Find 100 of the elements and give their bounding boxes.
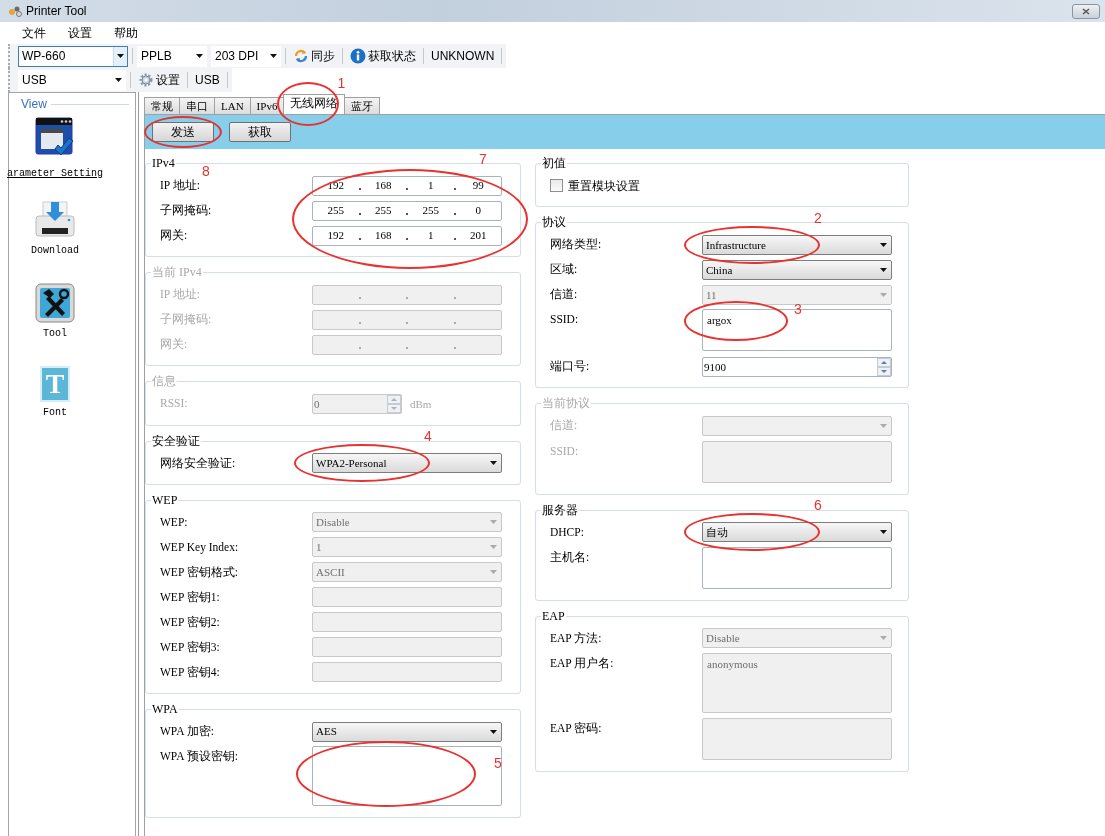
sync-icon	[293, 48, 309, 64]
sidebar-item[interactable]: Font	[43, 405, 67, 420]
field-label: IP 地址:	[160, 287, 201, 303]
settings-button[interactable]: 设置	[135, 69, 183, 91]
menu-item[interactable]: 帮助	[114, 24, 138, 42]
field-label: EAP 方法:	[550, 630, 603, 646]
sidebar-item[interactable]: Tool	[43, 326, 67, 341]
tab[interactable]: 串口	[179, 97, 215, 114]
group-title: 协议	[541, 216, 567, 230]
info-icon	[350, 48, 366, 64]
field-label: EAP 密码:	[550, 720, 603, 736]
caret-icon	[489, 545, 497, 550]
checkbox[interactable]	[550, 179, 563, 193]
field-label: RSSI:	[160, 396, 189, 412]
caret-icon	[270, 54, 277, 58]
field-label: WEP 密钥3:	[160, 639, 221, 655]
field-label: WPA 预设密钥:	[160, 749, 239, 765]
gear-icon	[138, 72, 154, 88]
group-title: 当前 IPv4	[151, 266, 203, 280]
dropdown[interactable]: PPLB	[137, 45, 207, 67]
group-title: 安全验证	[151, 434, 201, 448]
field-label: 主机名:	[550, 549, 591, 565]
group-title: 服务器	[541, 503, 579, 517]
app-logo-icon	[8, 5, 22, 17]
menu-item[interactable]: 设置	[68, 24, 92, 42]
annotation-number: 1	[337, 76, 346, 90]
tab[interactable]: 常规	[144, 97, 180, 114]
caret-icon	[879, 292, 887, 297]
group-title: 当前协议	[541, 397, 591, 411]
dropdown[interactable]: China	[702, 259, 892, 280]
field-label: WEP:	[160, 514, 189, 530]
spin-buttons-icon[interactable]	[877, 357, 891, 376]
action-button[interactable]: 获取	[229, 122, 291, 142]
caret-icon	[117, 54, 124, 58]
field-label: IP 地址:	[160, 178, 201, 194]
status-text: USB	[194, 72, 221, 89]
action-button[interactable]: 发送	[152, 122, 214, 142]
caret-icon	[196, 54, 203, 58]
dropdown[interactable]: 203 DPI	[211, 45, 281, 67]
annotation-number: 2	[814, 210, 822, 225]
field-label: WEP Key Index:	[160, 539, 240, 556]
status-text: UNKNOWN	[430, 48, 496, 65]
ip-address-field[interactable]: 192 168 1 201	[312, 225, 502, 246]
ip-address-field[interactable]: 192 168 1 99	[312, 175, 502, 196]
annotation-number: 5	[494, 756, 502, 771]
field-label: 子网掩码:	[160, 203, 213, 219]
dropdown[interactable]: WP-660	[18, 45, 128, 67]
sync-button[interactable]: 同步	[290, 45, 338, 67]
sidebar-item[interactable]: arameter Setting	[7, 166, 103, 181]
field-label: 网络类型:	[550, 237, 603, 253]
group-title: IPv4	[151, 157, 176, 171]
tab[interactable]: LAN	[214, 97, 251, 114]
field-label: WEP 密钥1:	[160, 589, 221, 605]
tab[interactable]: 蓝牙	[344, 97, 381, 114]
sidebar-title: View	[21, 96, 47, 113]
field-label: 信道:	[550, 418, 579, 434]
checkbox-label: 重置模块设置	[568, 177, 640, 195]
ip-address-field[interactable]: 255 255 255 0	[312, 200, 502, 221]
spin-field[interactable]: 9100	[702, 356, 892, 377]
close-button[interactable]	[1072, 3, 1100, 19]
dropdown[interactable]: Infrastructure	[702, 234, 892, 255]
printer-icon[interactable]	[35, 200, 75, 240]
unit-label: dBm	[410, 396, 432, 412]
dropdown[interactable]: USB	[18, 69, 126, 91]
field-label: 网关:	[160, 228, 189, 244]
field-label: WEP 密钥格式:	[160, 564, 239, 580]
dropdown[interactable]: 自动	[702, 522, 892, 543]
caret-icon	[489, 570, 497, 575]
field-label: SSID:	[550, 443, 580, 459]
caret-icon	[879, 424, 887, 429]
field-label: 网络安全验证:	[160, 455, 237, 471]
caret-icon	[489, 461, 497, 466]
text-area[interactable]	[702, 546, 892, 589]
field-label: 区域:	[550, 262, 579, 278]
group-title: 初值	[541, 157, 567, 171]
annotation-number: 6	[814, 498, 822, 513]
dropdown[interactable]: AES	[312, 721, 502, 742]
sidebar-item[interactable]: Download	[31, 243, 79, 258]
caret-icon	[879, 636, 887, 641]
annotation-number: 4	[424, 429, 432, 444]
caret-icon	[489, 729, 497, 734]
field-label: WEP 密钥4:	[160, 664, 221, 680]
field-label: WPA 加密:	[160, 724, 215, 739]
status-button[interactable]: 获取状态	[347, 45, 419, 67]
group-title: EAP	[541, 609, 566, 623]
caret-icon	[879, 242, 887, 247]
menu-item[interactable]: 文件	[22, 24, 46, 42]
field-label: SSID:	[550, 312, 580, 328]
field-label: DHCP:	[550, 524, 585, 540]
caret-icon	[489, 520, 497, 525]
dropdown[interactable]: WPA2-Personal	[312, 453, 502, 474]
group-title: WPA	[151, 702, 179, 717]
hammer-wrench-icon[interactable]	[35, 283, 75, 323]
field-label: WEP 密钥2:	[160, 614, 221, 630]
window-title: Printer Tool	[26, 3, 87, 20]
text-area[interactable]	[312, 746, 502, 807]
close-icon	[1082, 7, 1090, 15]
annotation-number: 8	[202, 164, 210, 179]
field-label: 信道:	[550, 287, 579, 303]
caret-icon	[879, 267, 887, 272]
